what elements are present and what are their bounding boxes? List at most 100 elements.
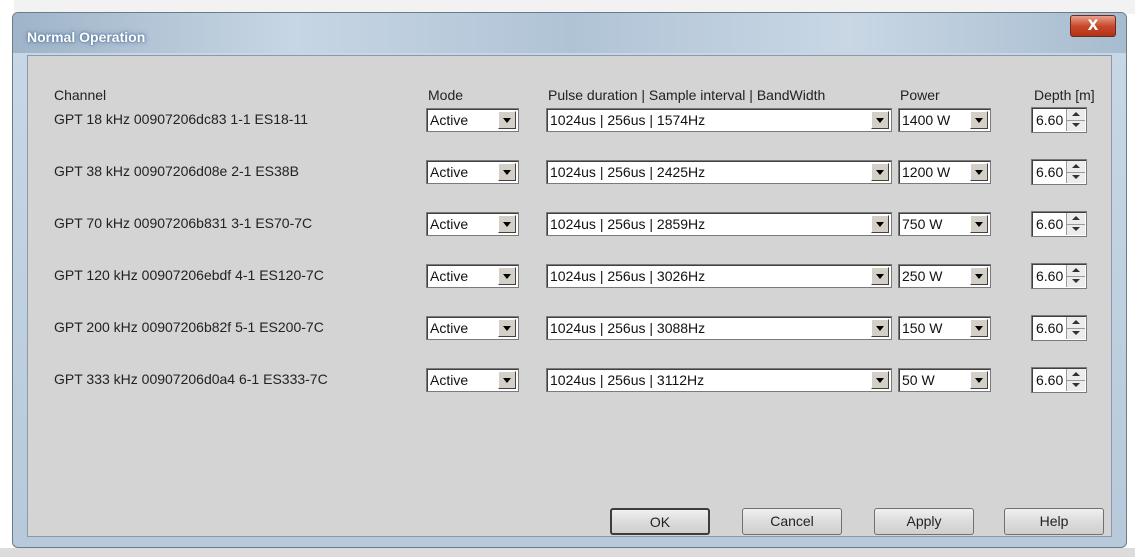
power-select[interactable]: 1400 W <box>898 108 991 132</box>
channel-label: GPT 120 kHz 00907206ebdf 4-1 ES120-7C <box>54 267 324 283</box>
stepper-down-icon[interactable] <box>1067 120 1085 131</box>
stepper-arrows[interactable] <box>1066 317 1085 339</box>
header-depth: Depth [m] <box>1034 87 1095 103</box>
help-button[interactable]: Help <box>1004 508 1104 535</box>
header-power: Power <box>900 87 940 103</box>
header-mode: Mode <box>428 87 464 103</box>
channel-label: GPT 333 kHz 00907206d0a4 6-1 ES333-7C <box>54 371 328 387</box>
pulse-value: 1024us | 256us | 2859Hz <box>550 216 706 232</box>
stepper-down-icon[interactable] <box>1067 172 1085 183</box>
title-bar[interactable]: Normal Operation X <box>13 13 1126 53</box>
stepper-down-icon[interactable] <box>1067 328 1085 339</box>
channel-label: GPT 38 kHz 00907206d08e 2-1 ES38B <box>54 163 299 179</box>
depth-value: 6.60 <box>1036 320 1064 336</box>
pulse-select[interactable]: 1024us | 256us | 2425Hz <box>546 160 892 184</box>
chevron-down-icon[interactable] <box>970 111 988 129</box>
mode-value: Active <box>430 164 469 180</box>
chevron-down-icon[interactable] <box>498 371 516 389</box>
mode-select[interactable]: Active <box>426 160 519 184</box>
pulse-select[interactable]: 1024us | 256us | 3026Hz <box>546 264 892 288</box>
dialog-body: Channel Mode Pulse duration | Sample int… <box>27 55 1112 537</box>
depth-value: 6.60 <box>1036 164 1064 180</box>
background-window-bottom <box>0 548 1135 557</box>
power-select[interactable]: 150 W <box>898 316 991 340</box>
mode-value: Active <box>430 112 469 128</box>
power-value: 1200 W <box>902 164 951 180</box>
mode-select[interactable]: Active <box>426 264 519 288</box>
chevron-down-icon[interactable] <box>498 267 516 285</box>
mode-value: Active <box>430 320 469 336</box>
depth-value: 6.60 <box>1036 268 1064 284</box>
cancel-button[interactable]: Cancel <box>742 508 842 535</box>
stepper-arrows[interactable] <box>1066 109 1085 131</box>
depth-stepper[interactable]: 6.60 <box>1031 159 1087 185</box>
depth-stepper[interactable]: 6.60 <box>1031 211 1087 237</box>
stepper-down-icon[interactable] <box>1067 380 1085 391</box>
depth-value: 6.60 <box>1036 372 1064 388</box>
pulse-select[interactable]: 1024us | 256us | 2859Hz <box>546 212 892 236</box>
depth-stepper[interactable]: 6.60 <box>1031 367 1087 393</box>
mode-value: Active <box>430 216 469 232</box>
normal-operation-dialog: Normal Operation X Channel Mode Pulse du… <box>12 12 1127 548</box>
chevron-down-icon[interactable] <box>970 371 988 389</box>
pulse-value: 1024us | 256us | 2425Hz <box>550 164 706 180</box>
stepper-arrows[interactable] <box>1066 213 1085 235</box>
pulse-select[interactable]: 1024us | 256us | 3088Hz <box>546 316 892 340</box>
pulse-select[interactable]: 1024us | 256us | 1574Hz <box>546 108 892 132</box>
mode-value: Active <box>430 372 469 388</box>
stepper-down-icon[interactable] <box>1067 224 1085 235</box>
chevron-down-icon[interactable] <box>871 267 889 285</box>
mode-select[interactable]: Active <box>426 316 519 340</box>
pulse-value: 1024us | 256us | 3026Hz <box>550 268 706 284</box>
pulse-value: 1024us | 256us | 3112Hz <box>550 372 705 388</box>
mode-value: Active <box>430 268 469 284</box>
chevron-down-icon[interactable] <box>970 163 988 181</box>
chevron-down-icon[interactable] <box>498 163 516 181</box>
power-value: 150 W <box>902 320 943 336</box>
depth-stepper[interactable]: 6.60 <box>1031 263 1087 289</box>
chevron-down-icon[interactable] <box>498 111 516 129</box>
chevron-down-icon[interactable] <box>498 215 516 233</box>
depth-stepper[interactable]: 6.60 <box>1031 107 1087 133</box>
chevron-down-icon[interactable] <box>871 215 889 233</box>
power-select[interactable]: 1200 W <box>898 160 991 184</box>
power-select[interactable]: 50 W <box>898 368 991 392</box>
power-value: 250 W <box>902 268 943 284</box>
power-value: 1400 W <box>902 112 951 128</box>
depth-stepper[interactable]: 6.60 <box>1031 315 1087 341</box>
channel-label: GPT 18 kHz 00907206dc83 1-1 ES18-11 <box>54 111 308 127</box>
dialog-title: Normal Operation <box>27 29 146 45</box>
header-channel: Channel <box>54 87 107 103</box>
power-select[interactable]: 250 W <box>898 264 991 288</box>
stepper-down-icon[interactable] <box>1067 276 1085 287</box>
power-value: 750 W <box>902 216 943 232</box>
depth-value: 6.60 <box>1036 112 1064 128</box>
header-pulse: Pulse duration | Sample interval | BandW… <box>548 87 826 103</box>
chevron-down-icon[interactable] <box>498 319 516 337</box>
chevron-down-icon[interactable] <box>871 319 889 337</box>
stepper-arrows[interactable] <box>1066 265 1085 287</box>
stepper-arrows[interactable] <box>1066 369 1085 391</box>
channel-label: GPT 200 kHz 00907206b82f 5-1 ES200-7C <box>54 319 324 335</box>
pulse-select[interactable]: 1024us | 256us | 3112Hz <box>546 368 892 392</box>
chevron-down-icon[interactable] <box>871 111 889 129</box>
close-icon: X <box>1087 18 1099 34</box>
pulse-value: 1024us | 256us | 1574Hz <box>550 112 706 128</box>
channel-label: GPT 70 kHz 00907206b831 3-1 ES70-7C <box>54 215 313 231</box>
pulse-value: 1024us | 256us | 3088Hz <box>550 320 706 336</box>
depth-value: 6.60 <box>1036 216 1064 232</box>
chevron-down-icon[interactable] <box>871 163 889 181</box>
stepper-arrows[interactable] <box>1066 161 1085 183</box>
mode-select[interactable]: Active <box>426 108 519 132</box>
chevron-down-icon[interactable] <box>970 267 988 285</box>
apply-button[interactable]: Apply <box>874 508 974 535</box>
power-select[interactable]: 750 W <box>898 212 991 236</box>
close-button[interactable]: X <box>1070 15 1116 37</box>
chevron-down-icon[interactable] <box>970 215 988 233</box>
ok-button[interactable]: OK <box>610 508 710 535</box>
chevron-down-icon[interactable] <box>970 319 988 337</box>
mode-select[interactable]: Active <box>426 368 519 392</box>
chevron-down-icon[interactable] <box>871 371 889 389</box>
power-value: 50 W <box>902 372 935 388</box>
mode-select[interactable]: Active <box>426 212 519 236</box>
